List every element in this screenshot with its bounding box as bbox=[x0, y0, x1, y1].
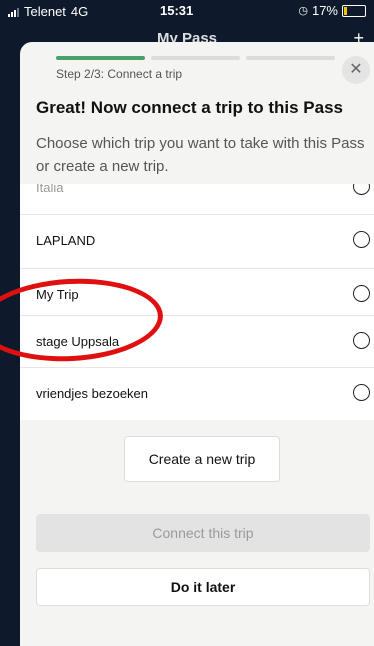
alarm-icon: ◷ bbox=[298, 5, 308, 17]
sheet-headline: Great! Now connect a trip to this Pass bbox=[36, 98, 344, 117]
progress-segment-3 bbox=[246, 56, 335, 60]
carrier-info: Telenet 4G bbox=[8, 4, 88, 19]
do-it-later-button[interactable]: Do it later bbox=[36, 568, 370, 606]
battery-icon bbox=[342, 4, 366, 17]
status-time: 15:31 bbox=[160, 3, 194, 18]
battery-percent: 17% bbox=[311, 3, 338, 18]
create-trip-button[interactable]: Create a new trip bbox=[124, 436, 280, 482]
radio-button[interactable] bbox=[353, 384, 370, 401]
trip-label: vriendjes bezoeken bbox=[36, 386, 149, 401]
signal-icon bbox=[8, 7, 19, 17]
close-icon[interactable]: ✕ bbox=[342, 56, 370, 84]
progress-segment-2 bbox=[151, 56, 240, 60]
trip-label: Italia bbox=[36, 184, 64, 195]
status-bar: Telenet 4G 15:31 ◷ 17% bbox=[0, 0, 374, 22]
radio-button[interactable] bbox=[353, 332, 370, 349]
trip-row[interactable]: vriendjes bezoeken bbox=[20, 367, 374, 420]
trip-label: LAPLAND bbox=[36, 233, 96, 248]
carrier-name: Telenet bbox=[24, 4, 66, 19]
radio-button[interactable] bbox=[353, 231, 370, 248]
step-label: Step 2/3: Connect a trip bbox=[56, 67, 183, 81]
radio-button[interactable] bbox=[353, 285, 370, 302]
trip-row[interactable]: LAPLAND bbox=[20, 214, 374, 268]
sheet-subtitle: Choose which trip you want to take with … bbox=[36, 135, 365, 175]
connect-trip-button[interactable]: Connect this trip bbox=[36, 514, 370, 552]
radio-button[interactable] bbox=[353, 184, 370, 195]
battery-info: ◷ 17% bbox=[298, 3, 366, 18]
trip-row[interactable]: Italia bbox=[20, 184, 374, 215]
step-progress bbox=[56, 56, 335, 60]
progress-segment-1 bbox=[56, 56, 145, 60]
network-type: 4G bbox=[70, 4, 89, 19]
